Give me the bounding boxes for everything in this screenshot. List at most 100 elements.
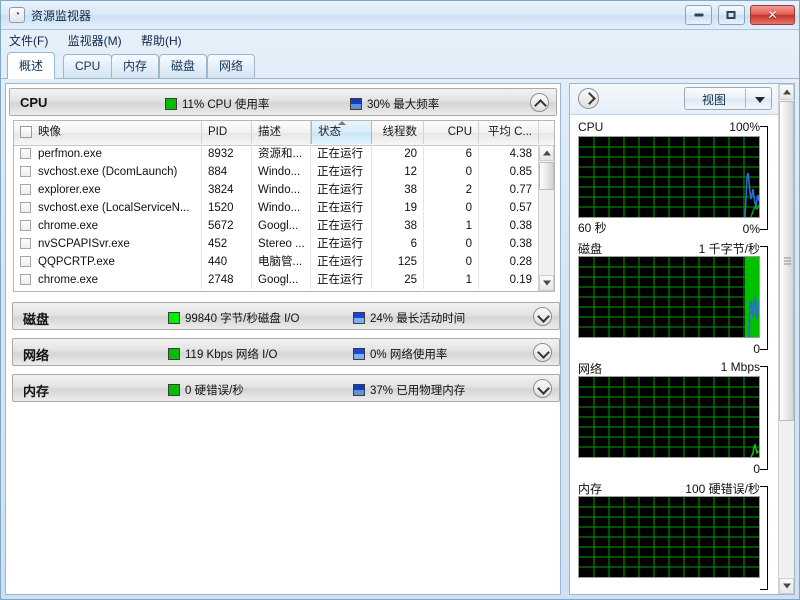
cell-pid: 5672 [202, 217, 252, 235]
cell-threads: 19 [372, 199, 424, 217]
cell-image: chrome.exe [14, 271, 202, 289]
cell-cpu: 0 [424, 199, 479, 217]
table-scrollbar[interactable] [538, 145, 554, 291]
chevron-down-icon[interactable] [533, 343, 552, 362]
left-pane: CPU 11% CPU 使用率 30% 最大频率 映像 PID 描述 状态 线程… [5, 83, 561, 595]
chevron-up-icon[interactable] [530, 93, 549, 112]
tab-overview[interactable]: 概述 [7, 52, 56, 79]
table-row[interactable]: QQPCRTP.exe 440 电脑管... 正在运行 125 0 0.28 [14, 253, 554, 271]
section-title-disk: 磁盘 [23, 312, 50, 327]
right-pane: 视图 CPU 100% 60 秒 0% 磁盘 1 千字节/秒 0 网络 1 Mb… [569, 83, 795, 595]
tab-bar: 概述 CPU 内存 磁盘 网络 [1, 51, 799, 79]
menu-item-monitor[interactable]: 监视器(M) [60, 29, 130, 52]
cell-threads: 25 [372, 271, 424, 289]
cell-image: svchost.exe (DcomLaunch) [14, 163, 202, 181]
cell-avg-cpu: 4.38 [479, 145, 539, 163]
chevron-down-icon[interactable] [533, 307, 552, 326]
graph-canvas-disk [578, 256, 760, 338]
right-pane-scrollbar[interactable] [778, 84, 794, 594]
graph-canvas-network [578, 376, 760, 458]
tab-memory[interactable]: 内存 [111, 54, 160, 78]
section-stat-cpu-maxfreq: 30% 最大频率 [350, 96, 439, 112]
sort-ascending-icon [337, 121, 346, 125]
column-header-status[interactable]: 状态 [311, 121, 372, 144]
view-button[interactable]: 视图 [684, 87, 772, 110]
graph-max-cpu: 100% [729, 120, 760, 134]
section-title-network: 网络 [23, 348, 50, 363]
right-toolbar: 视图 [570, 84, 794, 115]
close-button[interactable]: ✕ [750, 5, 795, 25]
maximize-button[interactable] [717, 5, 745, 25]
tab-network[interactable]: 网络 [207, 54, 256, 78]
table-row[interactable]: explorer.exe 3824 Windo... 正在运行 38 2 0.7… [14, 181, 554, 199]
window-controls: ✕ [683, 5, 795, 26]
table-row[interactable]: chrome.exe 5672 Googl... 正在运行 38 1 0.38 [14, 217, 554, 235]
section-stat-network-io: 119 Kbps 网络 I/O [168, 346, 277, 362]
cell-threads: 6 [372, 235, 424, 253]
cell-pid: 8932 [202, 145, 252, 163]
graph-memory: 内存 100 硬错误/秒 [578, 480, 768, 594]
graph-bracket-network [760, 366, 768, 470]
scroll-up-button[interactable] [539, 145, 554, 161]
cell-image: perfmon.exe [14, 145, 202, 163]
tab-cpu[interactable]: CPU [63, 54, 113, 78]
scroll-down-button[interactable] [779, 578, 794, 594]
window-title: 资源监视器 [31, 9, 92, 23]
cell-status: 正在运行 [311, 163, 372, 181]
table-row[interactable]: chrome.exe 2748 Googl... 正在运行 25 1 0.19 [14, 271, 554, 289]
cell-status: 正在运行 [311, 217, 372, 235]
cell-threads: 12 [372, 163, 424, 181]
graph-timespan-cpu: 60 秒 [578, 221, 607, 235]
cell-pid: 3824 [202, 181, 252, 199]
cell-pid: 452 [202, 235, 252, 253]
section-header-disk[interactable]: 磁盘 99840 字节/秒磁盘 I/O 24% 最长活动时间 [12, 302, 560, 330]
column-header-avg-cpu[interactable]: 平均 C... [479, 121, 539, 144]
column-header-pid[interactable]: PID [202, 121, 252, 144]
minimize-button[interactable] [685, 5, 713, 25]
green-swatch-icon [165, 98, 177, 110]
scrollbar-thumb[interactable] [539, 162, 554, 190]
scrollbar-thumb[interactable] [779, 101, 794, 421]
scroll-up-button[interactable] [779, 84, 794, 100]
menu-item-help[interactable]: 帮助(H) [133, 29, 190, 52]
section-header-cpu[interactable]: CPU 11% CPU 使用率 30% 最大频率 [9, 88, 557, 116]
column-header-cpu[interactable]: CPU [424, 121, 479, 144]
cell-cpu: 0 [424, 253, 479, 271]
process-table: 映像 PID 描述 状态 线程数 CPU 平均 C... perfmon.exe… [13, 120, 555, 292]
chevron-right-icon[interactable] [578, 88, 599, 109]
table-row[interactable]: svchost.exe (LocalServiceN... 1520 Windo… [14, 199, 554, 217]
cell-cpu: 2 [424, 181, 479, 199]
green-swatch-icon [168, 312, 180, 324]
section-title-cpu: CPU [20, 95, 48, 110]
section-header-network[interactable]: 网络 119 Kbps 网络 I/O 0% 网络使用率 [12, 338, 560, 366]
section-title-memory: 内存 [23, 384, 50, 399]
graph-network: 网络 1 Mbps 0 [578, 360, 768, 476]
graph-label-network: 网络 [578, 362, 603, 376]
graph-bracket-cpu [760, 126, 768, 230]
menu-item-file[interactable]: 文件(F) [1, 29, 56, 52]
cell-threads: 125 [372, 253, 424, 271]
blue-swatch-icon [353, 384, 365, 396]
green-swatch-icon [168, 384, 180, 396]
graph-canvas-cpu [578, 136, 760, 218]
select-all-checkbox[interactable] [20, 126, 32, 138]
graph-max-memory: 100 硬错误/秒 [685, 482, 760, 496]
section-stat-memory-hardfaults: 0 硬错误/秒 [168, 382, 244, 398]
graph-max-disk: 1 千字节/秒 [698, 242, 760, 256]
chevron-down-icon[interactable] [533, 379, 552, 398]
column-header-image[interactable]: 映像 [14, 121, 202, 144]
section-header-memory[interactable]: 内存 0 硬错误/秒 37% 已用物理内存 [12, 374, 560, 402]
cell-cpu: 6 [424, 145, 479, 163]
cell-threads: 38 [372, 217, 424, 235]
section-stat-memory-used: 37% 已用物理内存 [353, 382, 465, 398]
table-row[interactable]: svchost.exe (DcomLaunch) 884 Windo... 正在… [14, 163, 554, 181]
column-header-threads[interactable]: 线程数 [372, 121, 424, 144]
tab-disk[interactable]: 磁盘 [159, 54, 208, 78]
scroll-down-button[interactable] [539, 275, 554, 291]
cell-status: 正在运行 [311, 181, 372, 199]
cell-status: 正在运行 [311, 199, 372, 217]
graph-label-disk: 磁盘 [578, 242, 603, 256]
column-header-description[interactable]: 描述 [252, 121, 311, 144]
table-row[interactable]: nvSCPAPISvr.exe 452 Stereo ... 正在运行 6 0 … [14, 235, 554, 253]
table-row[interactable]: perfmon.exe 8932 资源和... 正在运行 20 6 4.38 [14, 145, 554, 163]
